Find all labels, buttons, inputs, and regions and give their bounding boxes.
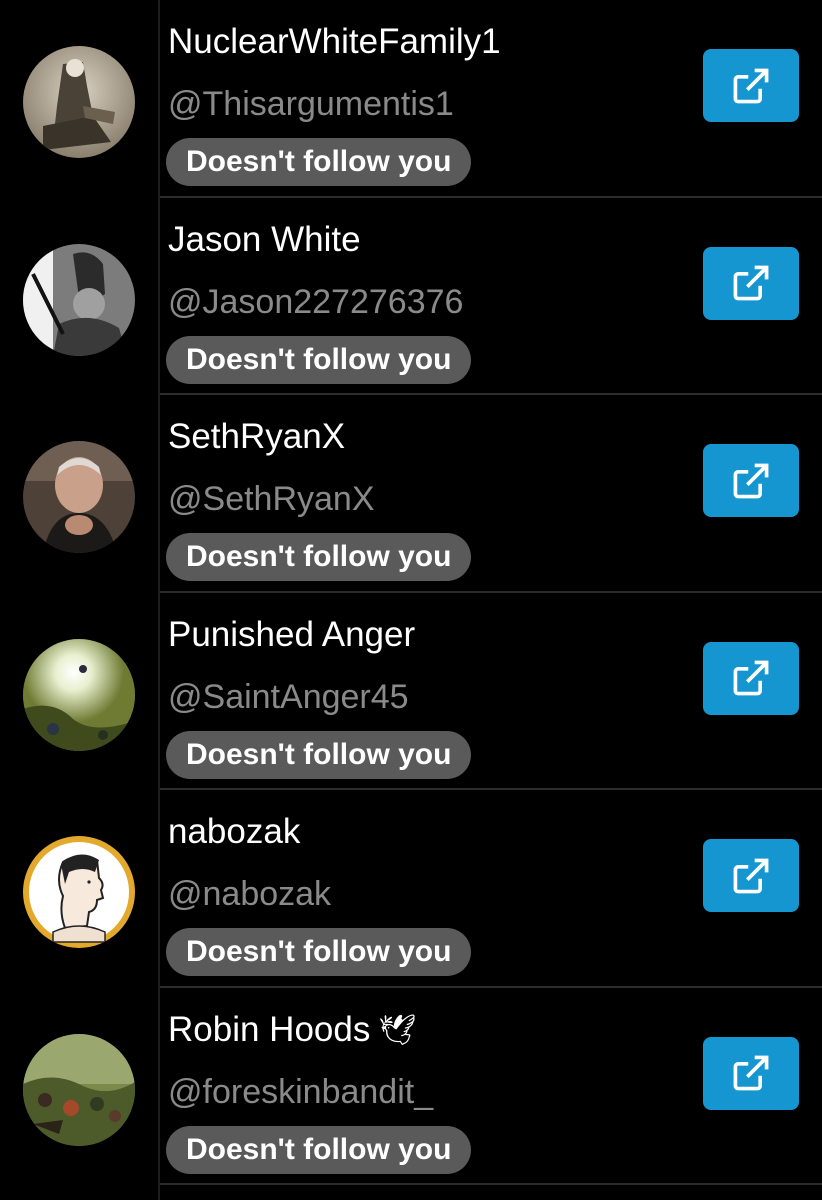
follow-status-badge: Doesn't follow you — [166, 1125, 472, 1174]
external-link-icon — [733, 463, 769, 498]
display-name-text: Punished Anger — [168, 614, 416, 654]
display-name-text: nabozak — [168, 812, 301, 851]
list-item[interactable]: Jason White @Jason227276376 Doesn't foll… — [23, 198, 822, 395]
avatar-cartoon-profile-icon — [23, 836, 135, 948]
display-name-text: Jason White — [168, 219, 361, 259]
display-name: NuclearWhiteFamily1 — [168, 20, 501, 64]
open-profile-button[interactable] — [703, 49, 799, 122]
follow-status-badge: Doesn't follow you — [166, 730, 472, 779]
avatar[interactable] — [23, 243, 135, 356]
dove-emoji: 🕊 — [378, 1014, 417, 1048]
external-link-icon — [733, 660, 769, 696]
user-handle: @foreskinbandit_ — [168, 1072, 434, 1111]
avatar[interactable] — [23, 638, 135, 751]
user-list: NuclearWhiteFamily1 @Thisargumentis1 Doe… — [0, 0, 822, 1185]
avatar-green-painting-icon — [23, 638, 135, 751]
display-name-text: SethRyanX — [168, 417, 346, 456]
avatar[interactable] — [23, 46, 135, 158]
avatar-bw-soldier-icon — [23, 243, 135, 356]
display-name: SethRyanX — [168, 415, 345, 459]
list-item[interactable]: SethRyanX @SethRyanX Doesn't follow you — [23, 395, 822, 593]
avatar[interactable] — [23, 1033, 135, 1146]
follow-status-badge: Doesn't follow you — [166, 533, 472, 581]
open-profile-button[interactable] — [703, 1036, 799, 1110]
display-name-text: Robin Hoods — [168, 1009, 371, 1049]
avatar[interactable] — [23, 441, 135, 553]
open-profile-button[interactable] — [703, 444, 799, 517]
avatar[interactable] — [23, 836, 135, 948]
list-item[interactable]: NuclearWhiteFamily1 @Thisargumentis1 Doe… — [23, 0, 822, 198]
external-link-icon — [733, 858, 769, 893]
display-name: Robin Hoods 🕊 — [168, 1008, 416, 1054]
external-link-icon — [733, 265, 769, 301]
follow-status-badge: Doesn't follow you — [166, 928, 472, 976]
user-handle: @SaintAnger45 — [168, 677, 409, 716]
user-handle: @SethRyanX — [168, 480, 375, 518]
follow-status-badge: Doesn't follow you — [166, 335, 472, 384]
external-link-icon — [733, 1055, 769, 1091]
display-name: Jason White — [168, 218, 361, 262]
user-handle: @Jason227276376 — [168, 282, 464, 321]
open-profile-button[interactable] — [703, 641, 799, 715]
user-handle: @Thisargumentis1 — [168, 85, 454, 123]
list-item[interactable]: Robin Hoods 🕊 @foreskinbandit_ Doesn't fo… — [23, 988, 822, 1185]
external-link-icon — [733, 68, 769, 103]
display-name-text: NuclearWhiteFamily1 — [168, 22, 501, 61]
display-name: Punished Anger — [168, 613, 415, 657]
follow-status-badge: Doesn't follow you — [166, 138, 472, 186]
list-item[interactable]: nabozak @nabozak Doesn't follow you — [23, 790, 822, 988]
display-name: nabozak — [168, 810, 300, 854]
avatar-forest-painting-icon — [23, 1033, 135, 1146]
open-profile-button[interactable] — [703, 839, 799, 912]
list-item[interactable]: Punished Anger @SaintAnger45 Doesn't fol… — [23, 593, 822, 790]
user-handle: @nabozak — [168, 875, 332, 913]
avatar-man-photo-icon — [23, 441, 135, 553]
open-profile-button[interactable] — [703, 246, 799, 320]
avatar-sepia-photo-icon — [23, 46, 135, 158]
